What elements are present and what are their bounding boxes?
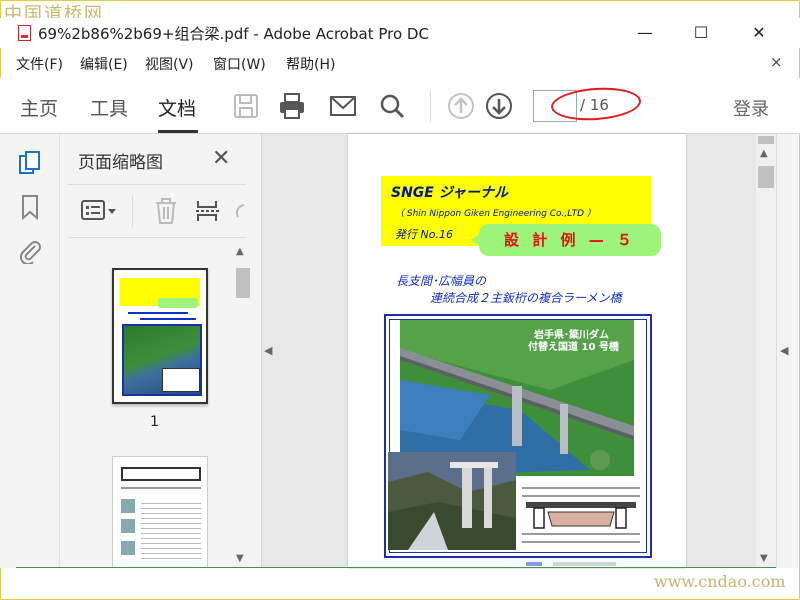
- rotate-icon[interactable]: [232, 197, 246, 225]
- watermark-bottom: www.cndao.com: [654, 572, 786, 591]
- search-icon[interactable]: [378, 92, 406, 120]
- maximize-button[interactable]: ☐: [688, 22, 714, 44]
- panel-close-button[interactable]: ✕: [212, 146, 230, 171]
- document-scrollbar[interactable]: ▲ ▼: [756, 134, 776, 568]
- pdf-page: SNGE ジャーナル （ Shin Nippon Giken Engineeri…: [348, 134, 686, 568]
- bridge-photo-image: [388, 452, 516, 550]
- thumbnail-scrollbar[interactable]: ▲ ▼: [234, 242, 250, 568]
- minimize-button[interactable]: —: [632, 22, 658, 44]
- trash-icon[interactable]: [152, 197, 180, 225]
- scroll-top-button[interactable]: [758, 136, 774, 144]
- title-bar: 69%2b86%2b69+组合梁.pdf - Adobe Acrobat Pro…: [0, 18, 800, 48]
- panel-separator: [132, 195, 133, 227]
- thumb-text-line: [140, 318, 196, 320]
- active-tab-indicator: [158, 130, 198, 133]
- thumb2-header-box: [121, 467, 201, 481]
- toolbar-separator: [430, 90, 431, 122]
- menu-bar: 文件(F) 编辑(E) 视图(V) 窗口(W) 帮助(H) ×: [0, 50, 800, 76]
- journal-title: SNGE ジャーナル: [391, 185, 509, 201]
- print-icon[interactable]: [278, 92, 306, 120]
- thumb2-portrait: [121, 541, 135, 555]
- options-menu-icon[interactable]: [80, 197, 120, 225]
- bottom-border: [16, 567, 776, 568]
- save-icon[interactable]: [232, 92, 260, 120]
- navigation-strip: [0, 134, 60, 568]
- tab-home[interactable]: 主页: [20, 94, 58, 121]
- tab-document[interactable]: 文档: [158, 94, 196, 121]
- window-title: 69%2b86%2b69+组合梁.pdf - Adobe Acrobat Pro…: [38, 25, 429, 43]
- menu-window[interactable]: 窗口(W): [213, 54, 266, 74]
- panel-toolbar: [68, 184, 246, 238]
- doc-subtitle-1: 長支間･広幅員の: [396, 274, 487, 288]
- thumb-text-line: [128, 312, 188, 314]
- menu-file[interactable]: 文件(F): [16, 54, 63, 74]
- doc-scroll-thumb[interactable]: [758, 166, 774, 188]
- insert-page-icon[interactable]: [194, 197, 222, 225]
- page-thumbnail-1[interactable]: [112, 268, 208, 404]
- email-icon[interactable]: [329, 92, 357, 120]
- paperclip-icon[interactable]: [17, 238, 43, 264]
- bookmark-icon[interactable]: [17, 194, 43, 220]
- tab-tools[interactable]: 工具: [90, 94, 128, 121]
- thumb-drawing: [162, 368, 200, 392]
- scroll-down-icon[interactable]: ▼: [236, 553, 244, 564]
- scroll-up-icon[interactable]: ▲: [236, 246, 244, 257]
- menu-view[interactable]: 视图(V): [145, 54, 194, 74]
- scroll-thumb[interactable]: [236, 268, 250, 298]
- issue-number: 発行 No.16: [395, 228, 453, 241]
- page-footer-mark: [526, 562, 616, 566]
- arrow-up-icon[interactable]: [447, 92, 475, 120]
- pages-icon[interactable]: [17, 150, 43, 176]
- arrow-down-icon[interactable]: [485, 92, 513, 120]
- company-name: （ Shin Nippon Giken Engineering Co.,LTD …: [395, 209, 596, 219]
- render-caption-2: 付替え国道 10 号橋: [528, 342, 619, 353]
- collapse-left-panel-icon[interactable]: ◀: [264, 344, 272, 357]
- doc-scroll-down-icon[interactable]: ▼: [760, 553, 768, 564]
- cross-section-drawing: [518, 482, 644, 550]
- main-toolbar: 主页 工具 文档 / 16 登录: [0, 78, 800, 134]
- page-thumbnail-2[interactable]: [112, 456, 208, 568]
- menu-help[interactable]: 帮助(H): [286, 54, 335, 74]
- close-window-button[interactable]: ✕: [746, 22, 772, 44]
- thumb2-portrait: [121, 499, 135, 513]
- thumb2-table: [141, 499, 201, 559]
- menu-edit[interactable]: 编辑(E): [80, 54, 128, 74]
- figure-frame: 岩手県･簗川ダム 付替え国道 10 号橋: [384, 314, 652, 558]
- thumb-green-badge: [158, 298, 198, 308]
- thumb2-line: [121, 487, 201, 489]
- design-example-badge: 設 計 例 — ５: [471, 224, 661, 256]
- thumbnail-page-label: 1: [150, 414, 159, 430]
- doc-subtitle-2: 連続合成２主鈑桁の複合ラーメン橋: [430, 291, 622, 305]
- thumb2-portrait: [121, 519, 135, 533]
- panel-title: 页面缩略图: [78, 153, 163, 173]
- doc-scroll-up-icon[interactable]: ▲: [760, 148, 768, 159]
- login-button[interactable]: 登录: [733, 95, 769, 121]
- thumbnail-panel: 页面缩略图 ✕ ▲ ▼ 1: [60, 134, 262, 568]
- expand-right-panel-icon[interactable]: ◀: [780, 344, 788, 357]
- close-document-button[interactable]: ×: [770, 53, 783, 71]
- pdf-file-icon: [18, 25, 31, 41]
